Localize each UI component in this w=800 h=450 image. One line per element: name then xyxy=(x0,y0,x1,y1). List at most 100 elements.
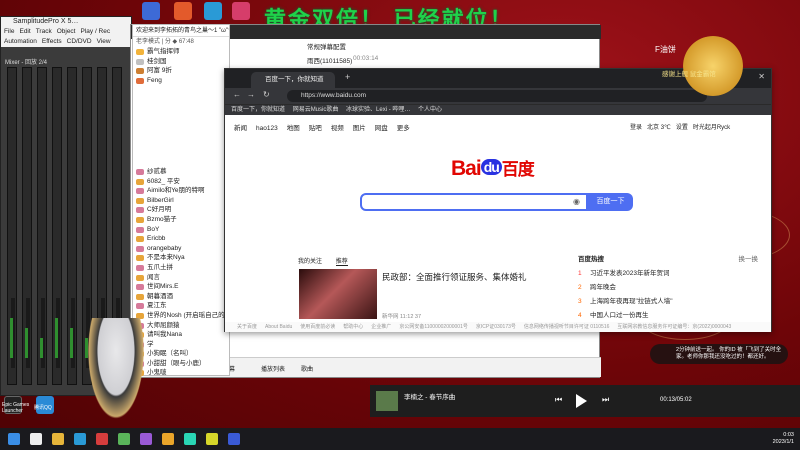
bottom-item[interactable]: 播放列表 xyxy=(261,364,285,373)
top-list-item[interactable]: Feng xyxy=(133,76,229,86)
file-explorer-icon[interactable] xyxy=(52,433,64,445)
user-list-item[interactable]: BoY xyxy=(133,225,229,235)
app-icon[interactable] xyxy=(228,433,240,445)
user-list-item[interactable]: 6082_ 平安 xyxy=(133,177,229,187)
nav-image[interactable]: 图片 xyxy=(353,125,366,132)
top-list-item[interactable]: 桂剑国 xyxy=(133,57,229,67)
top-list-item[interactable]: 阿富 9折 xyxy=(133,66,229,76)
user-list-item[interactable]: 闻言 xyxy=(133,273,229,283)
hot-item[interactable]: 3 上海跨年夜再现"拉链式人墙" xyxy=(578,295,758,309)
url-field[interactable]: https://www.baidu.com xyxy=(287,90,707,102)
app-icon[interactable] xyxy=(118,433,130,445)
nav-news[interactable]: 新闻 xyxy=(234,125,247,132)
bookmark-item[interactable]: 百度一下，你就知道 xyxy=(231,107,285,113)
user-list-item[interactable]: 不是本来Nya xyxy=(133,253,229,263)
bookmark-item[interactable]: 冰球实验、Lexi - 哔哩… xyxy=(346,107,410,113)
user-list-item[interactable]: orangebaby xyxy=(133,244,229,254)
footer-link[interactable]: 关于百度 xyxy=(237,324,257,330)
tab-follow[interactable]: 我的关注 xyxy=(298,259,322,265)
footer-link[interactable]: 互联网宗教信息服务许可证编号：京(2022)0000043 xyxy=(617,324,731,330)
nav-map[interactable]: 地图 xyxy=(287,125,300,132)
footer-link[interactable]: 京ICP证030173号 xyxy=(476,324,516,330)
app-icon[interactable] xyxy=(206,433,218,445)
footer-link[interactable]: 帮助中心 xyxy=(343,324,363,330)
camera-icon[interactable]: ◉ xyxy=(573,197,580,206)
desktop-app-icon[interactable] xyxy=(142,2,160,20)
menu-effects[interactable]: Effects xyxy=(42,38,62,45)
new-tab-icon[interactable]: + xyxy=(345,72,350,82)
app-icon[interactable] xyxy=(140,433,152,445)
prev-icon[interactable]: ⏮ xyxy=(555,395,562,405)
login-link[interactable]: 登录 xyxy=(630,125,642,131)
app-icon[interactable] xyxy=(184,433,196,445)
nav-pan[interactable]: 网盘 xyxy=(375,125,388,132)
nav-hao123[interactable]: hao123 xyxy=(256,125,278,132)
notification-toast[interactable]: 2分钟前送一起。 你的ID 被「飞到了关时全家。老师你那我还没吃过的！都还好。 xyxy=(650,344,788,364)
hot-item[interactable]: 2 跨年晚会 xyxy=(578,281,758,295)
menu-cddvd[interactable]: CD/DVD xyxy=(67,38,92,45)
footer-link[interactable]: 信息网络传播视听节目许可证 0110516 xyxy=(524,324,610,330)
menu-file[interactable]: File xyxy=(4,28,14,35)
user-list-item[interactable]: 纱贰慕 xyxy=(133,167,229,177)
app-icon[interactable] xyxy=(96,433,108,445)
close-icon[interactable]: ✕ xyxy=(758,72,765,81)
user-list-item[interactable]: 五爪土拼 xyxy=(133,263,229,273)
hot-refresh[interactable]: 换一换 xyxy=(739,253,759,267)
forward-icon[interactable]: → xyxy=(247,90,255,99)
nav-more[interactable]: 更多 xyxy=(397,125,410,132)
user-list-item[interactable]: 夏江东 xyxy=(133,301,229,311)
user-list-item[interactable]: Bzmo猫子 xyxy=(133,215,229,225)
menu-playrec[interactable]: Play / Rec xyxy=(81,28,111,35)
next-icon[interactable]: ⏭ xyxy=(602,395,609,405)
mixer-channel-strip[interactable] xyxy=(67,67,77,385)
mixer-channel-strip[interactable] xyxy=(37,67,47,385)
play-icon[interactable] xyxy=(576,394,587,408)
footer-link[interactable]: 企业推广 xyxy=(371,324,391,330)
edge-icon[interactable] xyxy=(74,433,86,445)
user-list-item[interactable]: 世间Mirs.E xyxy=(133,282,229,292)
bookmark-item[interactable]: 个人中心 xyxy=(418,107,442,113)
top-list-item[interactable]: 霸气指挥师 xyxy=(133,47,229,57)
music-player-bar[interactable]: 李楠之 - 春节序曲 ⏮ ⏭ 00:13/05:02 xyxy=(370,385,800,417)
search-button[interactable]: 百度一下 xyxy=(588,193,633,211)
search-icon[interactable] xyxy=(30,433,42,445)
hot-item[interactable]: 1 习近平发表2023年新年贺词 xyxy=(578,267,758,281)
feed-image[interactable] xyxy=(299,269,377,319)
browser-tab[interactable]: 百度一下，你就知道 xyxy=(251,72,335,88)
hot-item[interactable]: 4 中国人口过一份再生 xyxy=(578,309,758,323)
user-list-item[interactable]: BilberGirl xyxy=(133,196,229,206)
app-icon[interactable] xyxy=(162,433,174,445)
menu-object[interactable]: Object xyxy=(57,28,76,35)
menu-automation[interactable]: Automation xyxy=(4,38,37,45)
bookmark-item[interactable]: 网易云Music歌曲 xyxy=(293,107,339,113)
user-list-item[interactable]: Aimilo和Ye朋的特啊 xyxy=(133,186,229,196)
browser-window[interactable]: 百度一下，你就知道 + ✕ ← → ↻ https://www.baidu.co… xyxy=(224,68,772,332)
desktop-app-icon[interactable] xyxy=(232,2,250,20)
footer-link[interactable]: 京公网安备11000002000001号 xyxy=(399,324,468,330)
search-input[interactable]: ◉ xyxy=(360,193,588,211)
user-list-item[interactable]: 朝暮酒酒 xyxy=(133,292,229,302)
windows-start-icon[interactable] xyxy=(8,433,20,445)
settings-link[interactable]: 设置 xyxy=(676,125,688,131)
back-icon[interactable]: ← xyxy=(233,90,241,99)
mixer-channel-strip[interactable] xyxy=(52,67,62,385)
tab-recommend[interactable]: 推荐 xyxy=(335,259,348,266)
desktop-app-icon[interactable] xyxy=(174,2,192,20)
menu-view[interactable]: View xyxy=(97,38,111,45)
nav-tieba[interactable]: 贴吧 xyxy=(309,125,322,132)
album-cover[interactable] xyxy=(376,391,398,411)
mixer-channel-strip[interactable] xyxy=(7,67,17,385)
desktop-app-icon[interactable] xyxy=(204,2,222,20)
reload-icon[interactable]: ↻ xyxy=(263,90,270,99)
footer-link[interactable]: About Baidu xyxy=(265,324,292,330)
mixer-channel-strip[interactable] xyxy=(22,67,32,385)
user-list-item[interactable]: Ericbb xyxy=(133,234,229,244)
nav-video[interactable]: 视频 xyxy=(331,125,344,132)
user-list-item[interactable]: C好月明 xyxy=(133,205,229,215)
clock[interactable]: 0:03 2023/1/1 xyxy=(773,432,794,446)
menu-edit[interactable]: Edit xyxy=(19,28,30,35)
bottom-item[interactable]: 歌曲 xyxy=(301,364,313,373)
feed-title[interactable]: 民政部：全面推行领证服务、集体婚礼 xyxy=(382,271,527,283)
menu-track[interactable]: Track xyxy=(36,28,52,35)
username[interactable]: 时光起月Ryck xyxy=(693,125,730,131)
